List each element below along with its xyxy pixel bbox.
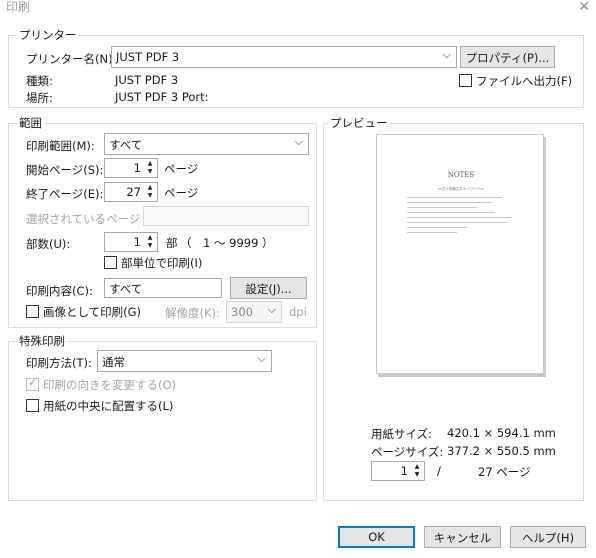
preview-text-line (407, 197, 502, 198)
printer-name-select[interactable]: JUST PDF 3 ⌵ (111, 46, 457, 68)
copies-label: 部数(U): (26, 237, 71, 251)
help-button[interactable]: ヘルプ(H) (510, 526, 586, 548)
settings-button[interactable]: 設定(J)... (230, 277, 307, 299)
spin-down-icon[interactable]: ▼ (148, 168, 153, 176)
print-range-value: すべて (109, 138, 143, 152)
end-page-label: 終了ページ(E): (26, 187, 104, 201)
preview-page: NOTES ≪五十音順主なキーワード≫ (376, 134, 544, 374)
selected-pages-input[interactable] (143, 206, 309, 226)
content-label: 印刷内容(C): (26, 284, 93, 298)
spin-down-icon[interactable]: ▼ (148, 242, 153, 250)
printer-location-label: 場所: (26, 91, 53, 105)
copies-range: （ 1 〜 9999 ） (180, 236, 274, 250)
start-page-label: 開始ページ(S): (26, 163, 104, 177)
page-size-label: ページサイズ: (371, 445, 444, 459)
copies-unit: 部 (166, 236, 178, 250)
end-page-value: 27 (126, 185, 141, 199)
preview-text-line (407, 232, 457, 233)
spinner-arrows[interactable]: ▲ ▼ (144, 184, 156, 200)
copies-value: 1 (133, 235, 141, 249)
file-output-label[interactable]: ファイルへ出力(F) (476, 73, 572, 89)
spinner-arrows[interactable]: ▲ ▼ (144, 160, 156, 176)
spin-up-icon[interactable]: ▲ (148, 234, 153, 242)
collate-label[interactable]: 部単位で印刷(I) (121, 255, 202, 271)
print-range-select[interactable]: すべて ⌵ (104, 133, 309, 155)
printer-name-value: JUST PDF 3 (116, 50, 180, 64)
preview-text-line (407, 212, 495, 213)
preview-text-line (407, 222, 507, 223)
start-page-spinner[interactable]: 1 ▲ ▼ (104, 158, 158, 178)
preview-doc-subtitle: ≪五十音順主なキーワード≫ (438, 187, 484, 191)
cancel-button[interactable]: キャンセル (424, 526, 501, 548)
print-method-value: 通常 (102, 355, 125, 369)
printer-type-value: JUST PDF 3 (115, 73, 179, 87)
page-size-value: 377.2 × 550.5 mm (447, 444, 556, 458)
chevron-down-icon: ⌵ (257, 352, 266, 365)
preview-page-value: 1 (400, 464, 408, 478)
file-output-checkbox[interactable] (459, 74, 472, 87)
close-icon[interactable]: ✕ (578, 0, 590, 15)
printer-type-label: 種類: (26, 74, 53, 88)
paper-size-label: 用紙サイズ: (371, 427, 433, 441)
change-orientation-checkbox[interactable]: ✓ (26, 376, 39, 391)
preview-text-line (407, 227, 467, 228)
chevron-down-icon: ⌵ (267, 303, 276, 316)
chevron-down-icon: ⌵ (294, 135, 303, 148)
end-page-spinner[interactable]: 27 ▲ ▼ (104, 182, 158, 202)
special-print-legend: 特殊印刷 (17, 333, 67, 349)
content-field[interactable]: すべて (104, 278, 222, 298)
spin-up-icon[interactable]: ▲ (415, 463, 420, 471)
dialog-title: 印刷 (6, 0, 31, 14)
center-checkbox[interactable] (26, 399, 39, 412)
copies-spinner[interactable]: 1 ▲ ▼ (104, 232, 158, 252)
print-method-label: 印刷方法(T): (26, 356, 92, 370)
selected-pages-label: 選択されているページ (26, 212, 141, 226)
spin-down-icon[interactable]: ▼ (415, 471, 420, 479)
preview-page-spinner[interactable]: 1 ▲ ▼ (371, 461, 425, 481)
page-separator: / (437, 464, 441, 478)
end-page-unit: ページ (164, 186, 199, 200)
resolution-select[interactable]: 300 ⌵ (226, 301, 282, 323)
center-label[interactable]: 用紙の中央に配置する(L) (43, 398, 173, 414)
spin-down-icon[interactable]: ▼ (148, 192, 153, 200)
resolution-unit: dpi (289, 305, 307, 319)
spin-up-icon[interactable]: ▲ (148, 184, 153, 192)
preview-text-line (407, 207, 477, 208)
resolution-value: 300 (231, 305, 253, 319)
start-page-value: 1 (133, 161, 141, 175)
print-method-select[interactable]: 通常 ⌵ (97, 350, 272, 372)
range-legend: 範囲 (17, 115, 44, 131)
total-pages: 27 ページ (478, 465, 531, 479)
start-page-unit: ページ (164, 162, 199, 176)
preview-text-line (407, 217, 512, 218)
print-range-label: 印刷範囲(M): (26, 139, 95, 153)
spinner-arrows[interactable]: ▲ ▼ (411, 463, 423, 479)
spin-up-icon[interactable]: ▲ (148, 160, 153, 168)
chevron-down-icon: ⌵ (442, 48, 451, 61)
resolution-label: 解像度(K): (165, 306, 220, 320)
printer-location-value: JUST PDF 3 Port: (115, 90, 209, 104)
ok-button[interactable]: OK (338, 526, 415, 548)
as-image-label[interactable]: 画像として印刷(G) (43, 304, 141, 320)
printer-name-label: プリンター名(N): (26, 52, 117, 66)
spinner-arrows[interactable]: ▲ ▼ (144, 234, 156, 250)
preview-doc-title: NOTES (447, 171, 475, 179)
printer-legend: プリンター (17, 27, 79, 43)
preview-legend: プレビュー (328, 115, 390, 131)
paper-size-value: 420.1 × 594.1 mm (447, 426, 556, 440)
as-image-checkbox[interactable] (26, 305, 39, 318)
change-orientation-label[interactable]: 印刷の向きを変更する(O) (43, 377, 176, 393)
collate-checkbox[interactable] (104, 256, 117, 269)
preview-text-line (407, 202, 492, 203)
properties-button[interactable]: プロパティ(P)... (460, 46, 555, 68)
checkmark-icon: ✓ (28, 376, 38, 389)
